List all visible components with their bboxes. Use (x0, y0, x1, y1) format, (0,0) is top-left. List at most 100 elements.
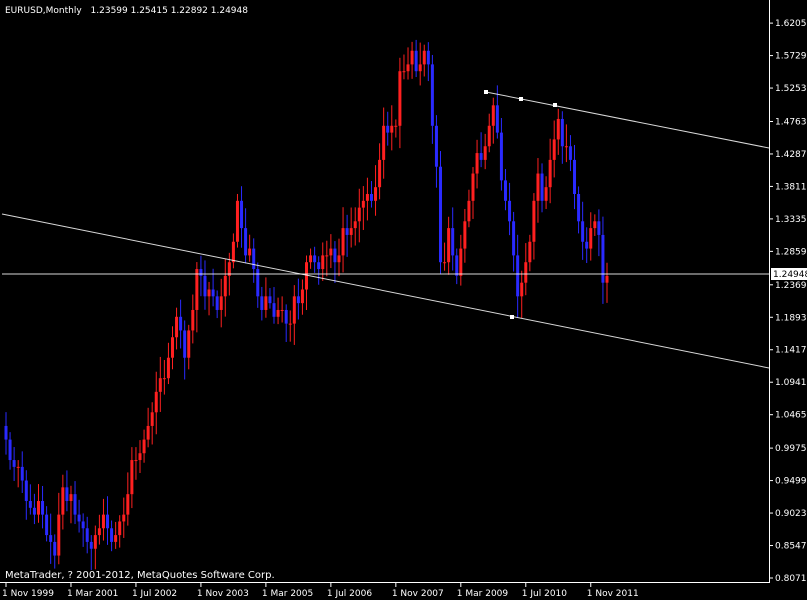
candle-bull (170, 337, 174, 358)
candle-bear (581, 221, 585, 242)
time-tick-label: 1 Nov 2011 (587, 589, 639, 599)
candle-bear (252, 248, 256, 270)
candle-bull (564, 146, 568, 148)
candle-bull (93, 535, 97, 549)
candle-bull (69, 494, 73, 501)
candle-bull (556, 118, 560, 140)
candle-bull (264, 296, 268, 310)
candle-bull (365, 194, 369, 201)
trend-anchor-handle[interactable] (510, 315, 514, 319)
candle-bull (552, 139, 556, 160)
candle-bull (422, 50, 426, 65)
candle-bull (341, 228, 345, 256)
candle-bear (106, 514, 110, 529)
candle-bear (503, 180, 507, 201)
candle-bear (256, 269, 260, 297)
candle-bull (195, 269, 199, 310)
candle-bull (447, 228, 451, 263)
candle-bull (406, 64, 410, 72)
candle-bear (45, 514, 49, 536)
candle-bull (292, 296, 296, 324)
trend-anchor-handle[interactable] (553, 103, 557, 107)
candle-bull (235, 200, 239, 242)
candle-bull (248, 248, 252, 256)
candle-bull (223, 275, 227, 297)
candle-bear (41, 500, 45, 515)
candle-bear (179, 316, 183, 331)
candle-bull (361, 200, 365, 208)
candle-bear (313, 255, 317, 263)
candle-bear (434, 125, 438, 167)
candle-bear (28, 500, 32, 508)
candle-bear (451, 228, 455, 256)
candle-bull (532, 200, 536, 242)
candle-bull (114, 535, 118, 542)
candle-bear (203, 275, 207, 297)
candle-bear (53, 541, 57, 556)
candle-bull (528, 241, 532, 263)
time-tick-label: 1 Nov 2003 (197, 589, 249, 599)
candle-bear (516, 255, 520, 297)
candle-bear (495, 105, 499, 133)
candle-bear (345, 228, 349, 235)
candle-bear (85, 528, 89, 542)
candle-bull (134, 460, 138, 462)
candle-bull (443, 262, 447, 264)
price-tick-label: 1.62050 (775, 19, 807, 29)
candle-bear (240, 200, 244, 229)
candle-bear (317, 262, 321, 270)
candle-bear (601, 234, 605, 283)
candle-bull (463, 221, 467, 249)
candle-bull (321, 255, 325, 270)
candle-bull (138, 453, 142, 461)
symbol-label: EURUSD,Monthly (5, 6, 82, 16)
candle-bear (8, 439, 12, 461)
candle-bull (410, 50, 414, 65)
price-chart[interactable]: 1.62050 1.57290 1.52530 1.47630 1.42870 1.381… (0, 0, 807, 600)
candle-bull (589, 228, 593, 249)
trend-anchor-handle[interactable] (484, 90, 488, 94)
price-tick-label: 0.90230 (775, 509, 807, 519)
candle-bull (122, 514, 126, 522)
candle-bull (418, 64, 422, 72)
candle-bear (81, 521, 85, 529)
candle-bull (524, 262, 528, 283)
candle-bull (471, 173, 475, 201)
candle-bear (32, 507, 36, 515)
candle-bull (166, 357, 170, 379)
candle-bull (146, 425, 150, 440)
time-tick-label: 1 Jul 2002 (132, 589, 177, 599)
time-tick-label: 1 Nov 1999 (2, 589, 54, 599)
candle-bull (150, 412, 154, 426)
ohlc-values: 1.23599 1.25415 1.22892 1.24948 (91, 6, 249, 16)
trend-anchor-handle[interactable] (519, 97, 523, 101)
candle-bull (276, 309, 280, 317)
time-tick-label: 1 Nov 2007 (392, 589, 444, 599)
candle-bear (426, 50, 430, 65)
candle-bear (560, 118, 564, 147)
candle-bull (593, 221, 597, 229)
candle-bull (382, 125, 386, 160)
candle-bull (475, 153, 479, 174)
candle-bear (215, 296, 219, 310)
candle-bull (280, 309, 284, 311)
price-tick-label: 1.14170 (775, 346, 807, 356)
candle-bull (118, 521, 122, 536)
candle-bull (483, 146, 487, 160)
time-tick-label: 1 Jul 2006 (327, 589, 372, 599)
candle-bear (4, 425, 8, 440)
candle-bear (89, 541, 93, 549)
chart-background (0, 0, 807, 600)
candle-bear (77, 514, 81, 522)
candle-bear (260, 296, 264, 310)
candle-bull (402, 71, 406, 73)
current-price-label: 1.24948 (773, 270, 807, 280)
candle-bull (353, 221, 357, 229)
price-tick-label: 1.09410 (775, 378, 807, 388)
candle-bear (386, 125, 390, 133)
candle-bull (154, 391, 158, 413)
price-tick-label: 1.38110 (775, 182, 807, 192)
candle-bull (57, 514, 61, 556)
candle-bear (211, 289, 215, 297)
candle-bull (394, 125, 398, 127)
